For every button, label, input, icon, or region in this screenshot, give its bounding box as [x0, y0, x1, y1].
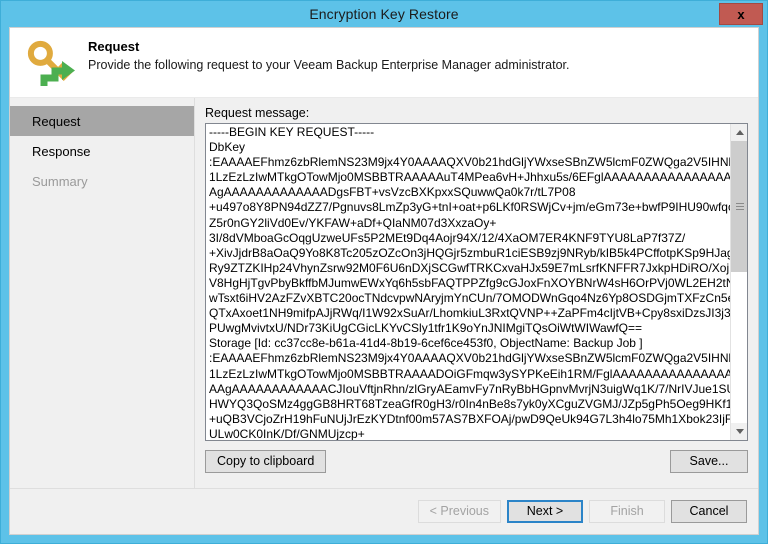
- request-message-line: 3I/8dVMboaGcOqgUzweUFs5P2MEt9Dq4Aojr94X/…: [209, 230, 686, 245]
- request-message-line: 1LzEzLzIwMTkgOTowMjo0MSBBTRAAAADOiGFmqw3…: [209, 366, 730, 381]
- dialog-header: Request Provide the following request to…: [10, 28, 758, 98]
- request-message-line: V8HgHjTgvPbyBkffbMJumwEWxYq6h5sbFAQTPPZf…: [209, 275, 730, 290]
- request-message-line: +uQB3VCjoZrH19hFuNUjJrEzKYDtnf00m57AS7BX…: [209, 411, 730, 426]
- sidebar-item-request[interactable]: Request: [10, 106, 194, 136]
- request-message-line: -----BEGIN KEY REQUEST-----: [209, 125, 375, 139]
- request-message-line: HWYQ3QoSMz4ggGB8HRT68TzeaGfR0gH3/r0In4nB…: [209, 396, 730, 411]
- finish-button: Finish: [589, 500, 665, 523]
- wizard-footer: < Previous Next > Finish Cancel: [10, 488, 758, 534]
- scroll-down-icon[interactable]: [731, 423, 747, 440]
- dialog-panel: Request Provide the following request to…: [9, 27, 759, 535]
- request-message-line: Ry9ZTZKIHp24VhynZsrw92M0F6U6nDXjSCGwfTRK…: [209, 260, 730, 275]
- scrollbar-track[interactable]: [731, 141, 747, 423]
- next-button[interactable]: Next >: [507, 500, 583, 523]
- save-button[interactable]: Save...: [670, 450, 748, 473]
- previous-button: < Previous: [417, 500, 501, 523]
- request-message-line: Storage [Id: cc37cc8e-b61a-41d4-8b19-6ce…: [209, 336, 643, 351]
- title-bar: Encryption Key Restore x: [1, 1, 767, 27]
- page-subtitle: Provide the following request to your Ve…: [88, 58, 570, 72]
- cancel-button[interactable]: Cancel: [671, 500, 747, 523]
- request-actions: Copy to clipboard Save...: [205, 441, 748, 483]
- close-icon: x: [737, 6, 745, 22]
- request-message-line: +XivJjdrB8aOaQ9Yo8K8Tc205zOZcOn3jHQGjr5z…: [209, 245, 730, 260]
- encryption-key-restore-window: Encryption Key Restore x Request Provide…: [0, 0, 768, 544]
- key-restore-icon: [24, 37, 78, 91]
- request-message-label: Request message:: [205, 106, 310, 120]
- sidebar-item-response[interactable]: Response: [10, 136, 194, 166]
- request-message-text[interactable]: -----BEGIN KEY REQUEST----- DbKey:EAAAAEF…: [206, 124, 730, 440]
- close-button[interactable]: x: [719, 3, 763, 25]
- request-pane: Request message: -----BEGIN KEY REQUEST-…: [195, 98, 758, 488]
- scrollbar-thumb[interactable]: [731, 141, 747, 272]
- dialog-content: Request Response Summary Request message…: [10, 98, 758, 488]
- window-title: Encryption Key Restore: [309, 6, 459, 22]
- sidebar-item-summary: Summary: [10, 166, 194, 196]
- request-message-line: Z5r0nGY2liVd0Ev/YKFAW+aDf+QIaNM07d3XxzaO…: [209, 215, 497, 230]
- request-message-line: +u497o8Y8PN94dZZ7/Pgnuvs8LmZp3yG+tnI+oat…: [209, 200, 730, 215]
- scroll-up-icon[interactable]: [731, 124, 747, 141]
- request-message-line: DbKey: [209, 140, 246, 155]
- request-message-scrollbar[interactable]: [730, 124, 747, 440]
- sidebar-item-label: Summary: [32, 173, 88, 189]
- wizard-steps-sidebar: Request Response Summary: [10, 98, 195, 488]
- sidebar-item-label: Request: [32, 113, 81, 129]
- request-message-line: PUwgMvivtxU/NDr73KiUgCGicLKYvCSly1tfr1K9…: [209, 321, 642, 336]
- request-message-line: ULw0CK0InK/Df/GNMUjzcp+: [209, 426, 365, 440]
- request-message-line: AgAAAAAAAAAAAAADgsFBT+vsVzcBXKpxxSQuwwQa…: [209, 185, 576, 200]
- sidebar-item-label: Response: [32, 143, 91, 159]
- request-message-line: 1LzEzLzIwMTkgOTowMjo0MSBBTRAAAAAuT4MPea6…: [209, 170, 730, 185]
- request-message-line: :EAAAAEFhmz6zbRlemNS23M9jx4Y0AAAAQXV0b21…: [209, 155, 730, 170]
- request-message-textbox[interactable]: -----BEGIN KEY REQUEST----- DbKey:EAAAAEF…: [205, 123, 748, 441]
- request-message-line: AAgAAAAAAAAAAAACJIouVftjnRhn/zlGryAEamvF…: [209, 381, 730, 396]
- page-title: Request: [88, 39, 140, 54]
- header-text-block: Request Provide the following request to…: [88, 37, 570, 72]
- request-message-line: :EAAAAEFhmz6zbRlemNS23M9jx4Y0AAAAQXV0b21…: [209, 351, 730, 366]
- copy-to-clipboard-button[interactable]: Copy to clipboard: [205, 450, 327, 473]
- request-message-line: QTxAxoet1NH9mifpAJjRWq/I1W92xSuAr/Lhomki…: [209, 306, 730, 321]
- request-message-line: wTsxt6iHV2AzFZvXBTC20ocTNdcvpwNAryjmYnCU…: [209, 291, 730, 306]
